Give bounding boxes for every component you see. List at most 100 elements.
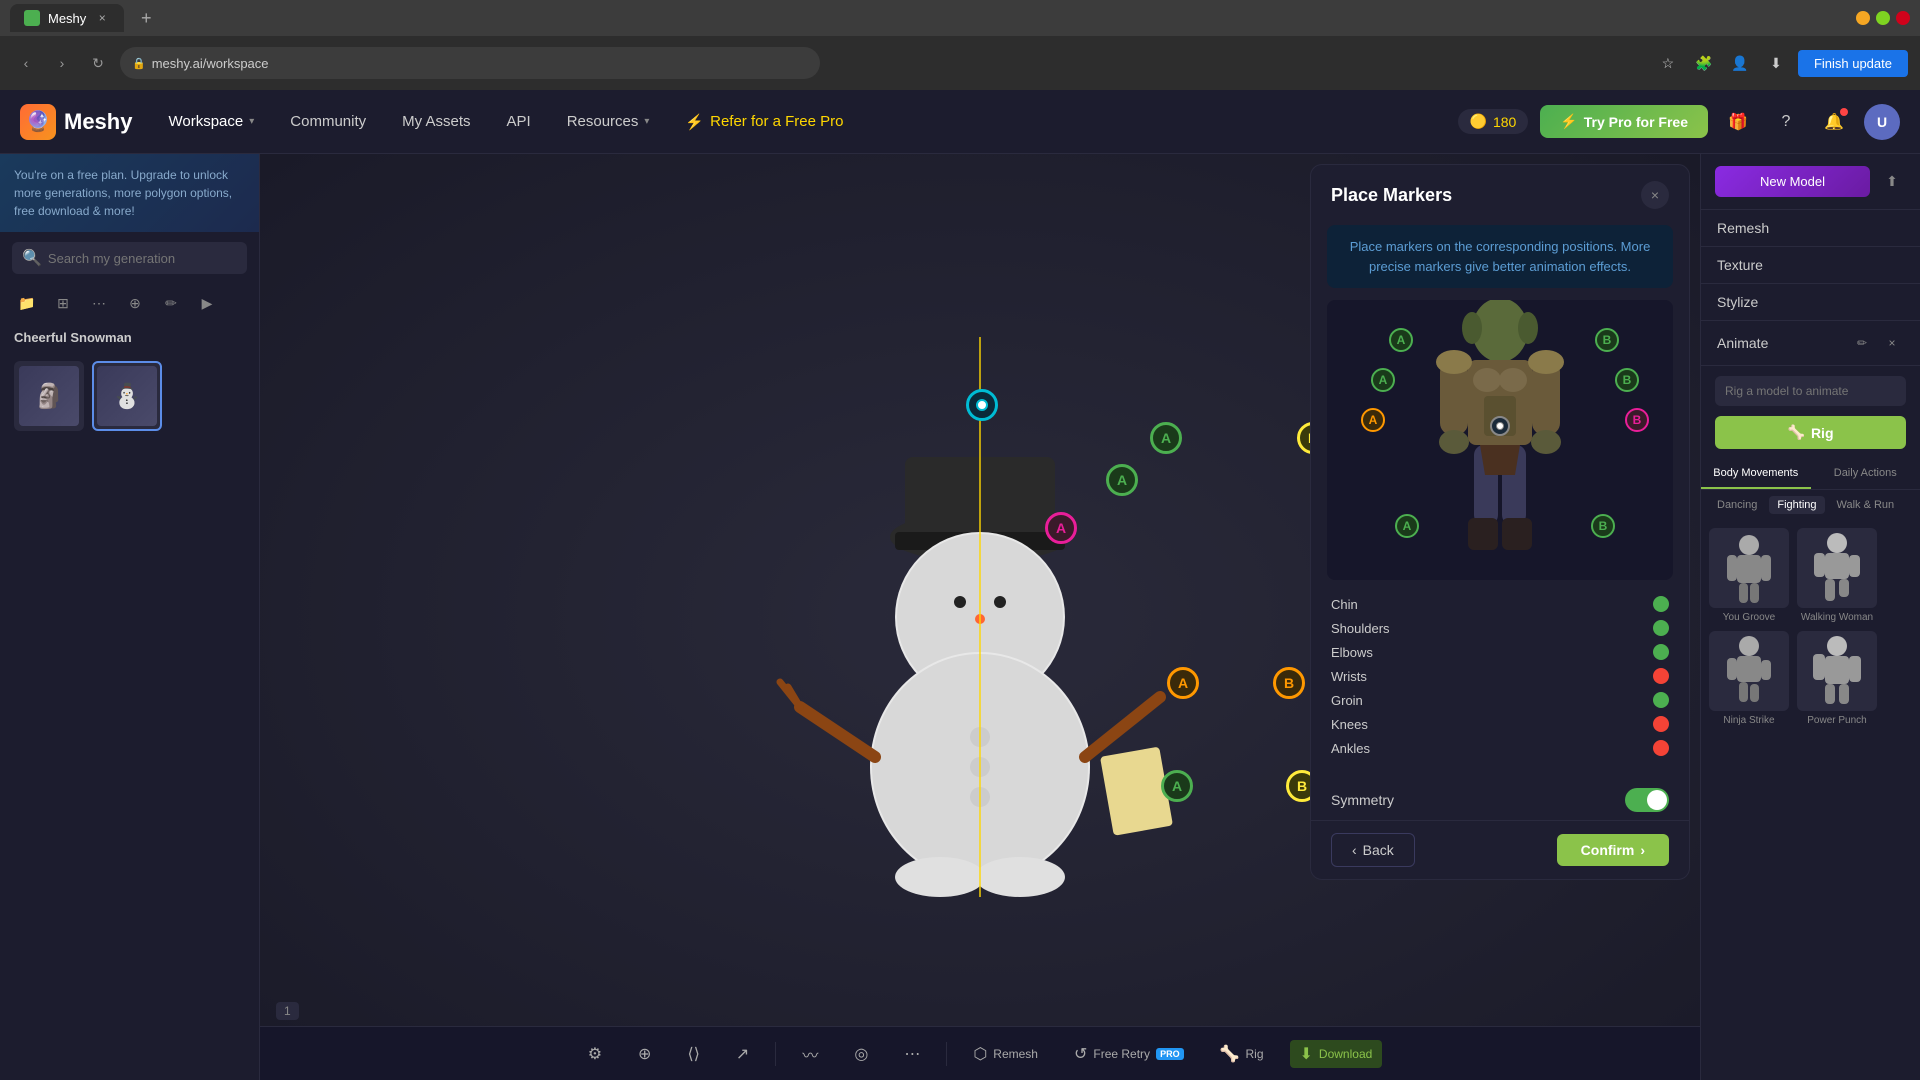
modal-marker-a1[interactable]: A	[1389, 328, 1413, 352]
anim-preview-4[interactable]: Power Punch	[1797, 631, 1877, 726]
vp-tool-3[interactable]: ⟨⟩	[677, 1040, 709, 1068]
modal-close-button[interactable]: ×	[1641, 181, 1669, 209]
search-input-wrap[interactable]: 🔍	[12, 242, 247, 274]
forward-button[interactable]: ›	[48, 49, 76, 77]
apps-icon-button[interactable]: ⋯	[84, 288, 114, 318]
model-thumbnail-2[interactable]: ⛄	[92, 361, 162, 431]
vp-tool-5[interactable]: 〰	[792, 1038, 828, 1070]
subtab-dancing[interactable]: Dancing	[1709, 496, 1765, 514]
new-tab-button[interactable]: +	[132, 4, 160, 32]
nav-resources[interactable]: Resources ▾	[551, 105, 666, 138]
finish-update-button[interactable]: Finish update	[1798, 50, 1908, 77]
nav-workspace[interactable]: Workspace ▾	[152, 105, 270, 138]
upload-icon-button[interactable]: ⬆	[1878, 168, 1906, 196]
upgrade-banner: You're on a free plan. Upgrade to unlock…	[0, 154, 259, 232]
vp-rig-button[interactable]: 🦴 Rig	[1210, 1040, 1274, 1068]
new-model-button[interactable]: New Model	[1715, 166, 1870, 197]
vp-tool-7[interactable]: ⋯	[894, 1040, 930, 1068]
marker-hat-left[interactable]: A	[1150, 422, 1182, 454]
marker-label-knees: Knees	[1331, 717, 1368, 732]
marker-left-elbow[interactable]: A	[1045, 512, 1077, 544]
grid-icon-button[interactable]: ⊞	[48, 288, 78, 318]
modal-marker-b2[interactable]: B	[1615, 368, 1639, 392]
modal-marker-a-elbow[interactable]: A	[1361, 408, 1385, 432]
modal-marker-groin-b[interactable]: B	[1591, 514, 1615, 538]
model-name-label: Cheerful Snowman	[0, 322, 259, 353]
marker-left-wrist[interactable]: A	[1167, 667, 1199, 699]
marker-status-shoulders	[1653, 620, 1669, 636]
notification-button[interactable]: 🔔	[1816, 104, 1852, 140]
subtab-walk-run[interactable]: Walk & Run	[1829, 496, 1903, 514]
anim-preview-1[interactable]: You Groove	[1709, 528, 1789, 623]
coins-badge: 🟡 180	[1458, 109, 1529, 134]
modal-marker-b1[interactable]: B	[1595, 328, 1619, 352]
refer-button[interactable]: ⚡ Refer for a Free Pro	[669, 105, 859, 139]
nav-api[interactable]: API	[491, 105, 547, 138]
anim-preview-3[interactable]: Ninja Strike	[1709, 631, 1789, 726]
vp-tool-4[interactable]: ↗	[726, 1040, 759, 1068]
sidebar-actions: 📁 ⊞ ⋯ ⊕ ✏ ▶	[0, 284, 259, 322]
maximize-button[interactable]	[1876, 11, 1890, 25]
symmetry-toggle[interactable]	[1625, 788, 1669, 812]
logo: 🔮 Meshy	[20, 104, 132, 140]
help-icon-button[interactable]: ?	[1768, 104, 1804, 140]
snowman-container: A B A B A B A B A B	[710, 337, 1250, 897]
edit-icon-button[interactable]: ✏	[156, 288, 186, 318]
search-input[interactable]	[48, 251, 237, 266]
vp-tool-6[interactable]: ◎	[844, 1040, 878, 1068]
tab-title: Meshy	[48, 11, 86, 26]
vp-tool-1[interactable]: ⚙	[578, 1040, 612, 1068]
address-bar[interactable]: 🔒 meshy.ai/workspace	[120, 47, 820, 79]
run-icon-button[interactable]: ▶	[192, 288, 222, 318]
marker-right-wrist[interactable]: B	[1273, 667, 1305, 699]
close-button[interactable]	[1896, 11, 1910, 25]
menu-item-stylize[interactable]: Stylize	[1701, 284, 1920, 321]
animate-close-button[interactable]: ×	[1880, 331, 1904, 355]
left-sidebar: You're on a free plan. Upgrade to unlock…	[0, 154, 260, 1080]
rig-button[interactable]: 🦴 Rig	[1715, 416, 1906, 449]
menu-item-texture[interactable]: Texture	[1701, 247, 1920, 284]
vp-remesh-button[interactable]: ⬡ Remesh	[963, 1040, 1048, 1068]
coins-count: 180	[1493, 114, 1516, 130]
extensions-icon[interactable]: 🧩	[1690, 49, 1718, 77]
nav-community[interactable]: Community	[274, 105, 382, 138]
back-button[interactable]: ‹	[12, 49, 40, 77]
menu-item-remesh[interactable]: Remesh	[1701, 210, 1920, 247]
try-pro-button[interactable]: ⚡ Try Pro for Free	[1540, 105, 1708, 138]
retry-icon: ↺	[1074, 1044, 1087, 1064]
anim-preview-2[interactable]: Walking Woman	[1797, 528, 1877, 623]
window-controls	[1856, 11, 1910, 25]
search-icon: 🔍	[22, 248, 42, 268]
confirm-button[interactable]: Confirm ›	[1557, 834, 1669, 866]
reload-button[interactable]: ↻	[84, 49, 112, 77]
viewport-3d[interactable]: A B A B A B A B A B	[260, 154, 1700, 1080]
minimize-button[interactable]	[1856, 11, 1870, 25]
user-avatar[interactable]: U	[1864, 104, 1900, 140]
marker-left-shoulder[interactable]: A	[1106, 464, 1138, 496]
modal-marker-b-elbow[interactable]: B	[1625, 408, 1649, 432]
anim-tab-daily[interactable]: Daily Actions	[1811, 459, 1920, 489]
rig-input[interactable]	[1715, 376, 1906, 406]
animate-edit-button[interactable]: ✏	[1850, 331, 1874, 355]
vp-free-retry-button[interactable]: ↺ Free Retry PRO	[1064, 1040, 1194, 1068]
vp-tool-2[interactable]: ⊕	[628, 1040, 661, 1068]
modal-marker-groin-a[interactable]: A	[1395, 514, 1419, 538]
add-icon-button[interactable]: ⊕	[120, 288, 150, 318]
vp-download-button[interactable]: ⬇ Download	[1290, 1040, 1383, 1068]
folder-icon-button[interactable]: 📁	[12, 288, 42, 318]
tab-close-button[interactable]: ×	[94, 10, 110, 26]
back-button[interactable]: ‹ Back	[1331, 833, 1415, 867]
bookmark-icon[interactable]: ☆	[1654, 49, 1682, 77]
marker-head-top[interactable]	[966, 389, 998, 421]
modal-marker-a2[interactable]: A	[1371, 368, 1395, 392]
gift-icon-button[interactable]: 🎁	[1720, 104, 1756, 140]
nav-links: Workspace ▾ Community My Assets API Reso…	[152, 105, 1457, 139]
marker-left-foot[interactable]: A	[1161, 770, 1193, 802]
model-thumbnail-1[interactable]: 🗿	[14, 361, 84, 431]
browser-tab[interactable]: Meshy ×	[10, 4, 124, 32]
download-icon[interactable]: ⬇	[1762, 49, 1790, 77]
nav-my-assets[interactable]: My Assets	[386, 105, 486, 138]
profile-icon[interactable]: 👤	[1726, 49, 1754, 77]
anim-tab-body[interactable]: Body Movements	[1701, 459, 1811, 489]
subtab-fighting[interactable]: Fighting	[1769, 496, 1824, 514]
